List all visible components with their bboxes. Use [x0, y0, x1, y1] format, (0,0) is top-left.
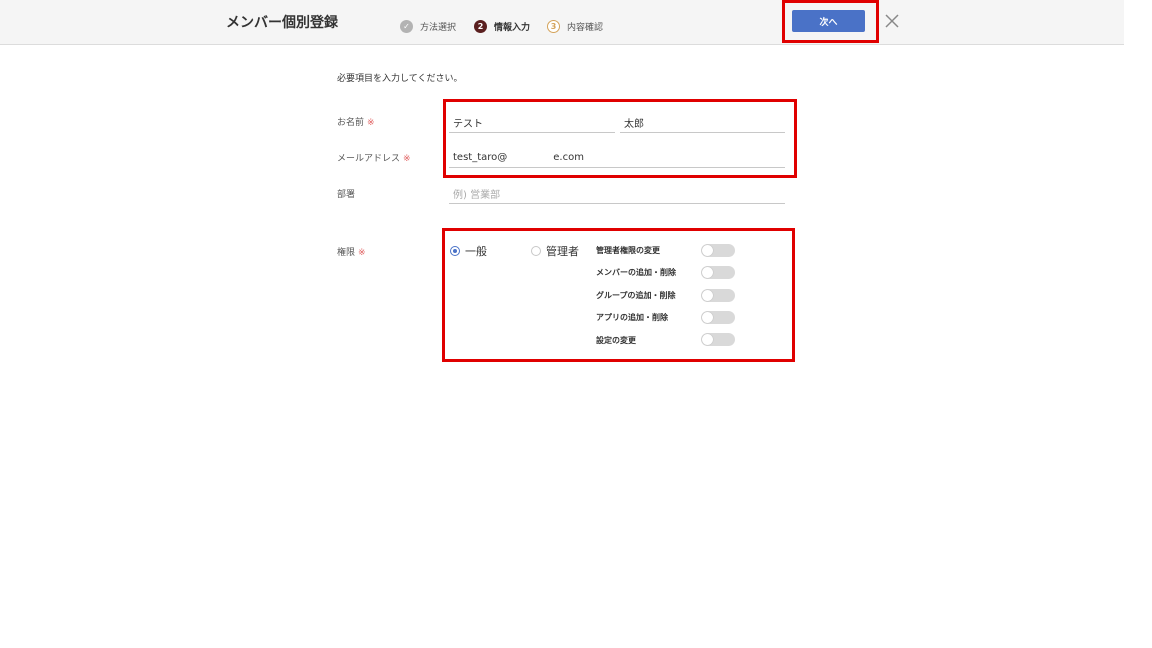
toggle-settings-change[interactable]	[701, 333, 735, 346]
toggle-admin-change[interactable]	[701, 244, 735, 257]
step-confirm: 3 内容確認	[547, 18, 603, 34]
step-info-input: 2 情報入力	[474, 18, 530, 34]
role-label: 権限 ※	[337, 245, 366, 258]
step-label: 方法選択	[420, 22, 457, 33]
toggle-knob	[702, 312, 713, 323]
radio-selected-icon	[450, 246, 460, 256]
email-label: メールアドレス ※	[337, 151, 411, 164]
perm-label-group-add-remove: グループの追加・削除	[596, 291, 676, 300]
step-method-select: ✓ 方法選択	[400, 18, 456, 34]
toggle-knob	[702, 334, 713, 345]
toggle-knob	[702, 245, 713, 256]
role-general-radio[interactable]: 一般	[450, 243, 487, 259]
email-domain: e.com	[553, 152, 584, 163]
role-general-label: 一般	[465, 245, 487, 258]
step-number-badge: 3	[547, 19, 560, 33]
role-admin-label: 管理者	[546, 245, 579, 258]
perm-label-admin-change: 管理者権限の変更	[596, 246, 660, 255]
role-admin-radio[interactable]: 管理者	[531, 243, 579, 259]
email-label-text: メールアドレス	[337, 154, 401, 164]
instruction-text: 必要項目を入力してください。	[337, 74, 463, 84]
step-label: 情報入力	[494, 22, 531, 33]
required-mark: ※	[403, 154, 411, 164]
required-mark: ※	[367, 118, 375, 128]
dept-input[interactable]: 例) 営業部	[449, 184, 785, 204]
toggle-group-add-remove[interactable]	[701, 289, 735, 302]
name-label: お名前 ※	[337, 115, 375, 128]
toggle-member-add-remove[interactable]	[701, 266, 735, 279]
perm-label-app-add-remove: アプリの追加・削除	[596, 313, 668, 322]
email-local-part: test_taro@	[453, 152, 508, 163]
close-icon[interactable]	[884, 13, 900, 29]
radio-unselected-icon	[531, 246, 541, 256]
step-number-badge: 2	[474, 19, 487, 33]
role-label-text: 権限	[337, 248, 356, 258]
step-label: 内容確認	[567, 22, 604, 33]
email-input[interactable]: test_taro@ e.com	[449, 148, 785, 168]
toggle-knob	[702, 290, 713, 301]
next-button[interactable]: 次へ	[792, 10, 865, 32]
header-bar: メンバー個別登録 ✓ 方法選択 2 情報入力 3 内容確認 次へ	[0, 0, 1124, 45]
name-label-text: お名前	[337, 118, 365, 128]
dept-label: 部署	[337, 190, 356, 200]
perm-label-member-add-remove: メンバーの追加・削除	[596, 268, 676, 277]
toggle-app-add-remove[interactable]	[701, 311, 735, 324]
last-name-input[interactable]: テスト	[449, 113, 615, 133]
toggle-knob	[702, 267, 713, 278]
page-title: メンバー個別登録	[226, 15, 338, 31]
check-icon: ✓	[400, 19, 413, 33]
perm-label-settings-change: 設定の変更	[596, 336, 636, 345]
required-mark: ※	[358, 248, 366, 258]
first-name-input[interactable]: 太郎	[620, 113, 785, 133]
